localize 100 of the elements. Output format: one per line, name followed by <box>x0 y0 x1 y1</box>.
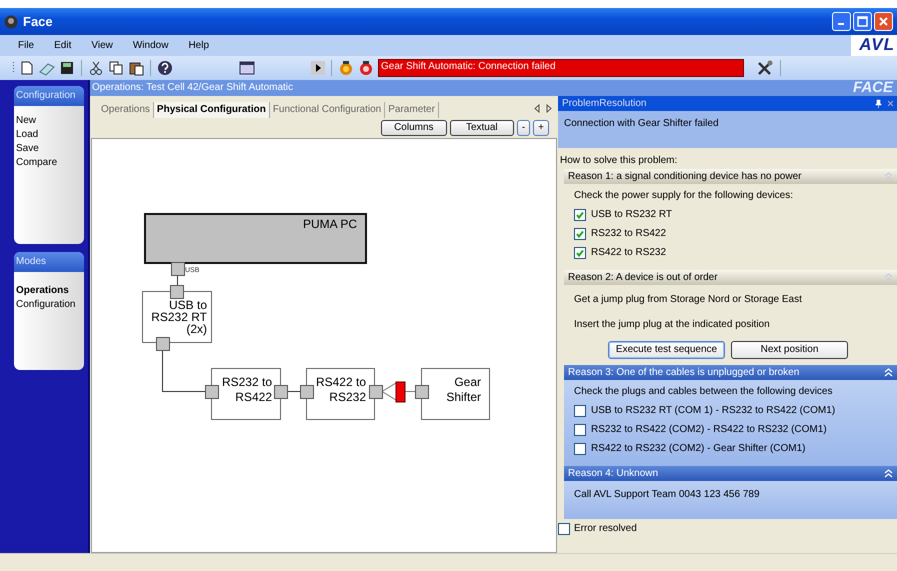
section-header[interactable]: Reason 1: a signal conditioning device has no power <box>564 169 897 184</box>
sidebar-item[interactable]: Compare <box>14 156 84 170</box>
connector-port[interactable] <box>369 385 383 399</box>
copy-icon[interactable] <box>108 60 124 76</box>
menu-item[interactable]: View <box>91 40 113 52</box>
calendar-icon[interactable] <box>239 60 255 76</box>
connector-port[interactable] <box>415 385 429 399</box>
panel-title: ProblemResolution <box>562 98 646 110</box>
tab[interactable]: Parameter <box>385 102 439 118</box>
instruction-text: Call AVL Support Team 0043 123 456 789 <box>574 488 761 502</box>
device-node[interactable]: RS422 to RS232 <box>306 368 375 420</box>
plug-marker <box>396 382 406 402</box>
checkbox[interactable] <box>574 424 586 436</box>
device-node[interactable]: RS232 to RS422 <box>211 368 281 420</box>
computer-node[interactable]: PUMA PC <box>144 213 367 264</box>
instruction-text: Check the power supply for the following devices: <box>574 189 794 203</box>
error-message: Connection with Gear Shifter failed <box>558 111 897 148</box>
maximize-icon <box>857 16 868 27</box>
new-document-icon[interactable] <box>19 60 35 76</box>
close-icon <box>878 16 889 27</box>
instruction-text: Insert the jump plug at the indicated position <box>574 318 771 332</box>
save-icon[interactable] <box>59 60 75 76</box>
connector-port[interactable] <box>300 385 314 399</box>
scroll-left-icon[interactable] <box>534 104 540 113</box>
checkbox[interactable] <box>574 228 586 240</box>
menu-item[interactable]: Window <box>132 40 168 52</box>
menu-item[interactable]: Edit <box>54 40 72 52</box>
node-label: RS232 to RS422 <box>222 375 272 405</box>
toolbar-button[interactable]: - <box>516 120 530 136</box>
panel-header: Configuration <box>14 86 84 106</box>
window-title: Face <box>23 14 53 30</box>
checkbox-label: RS232 to RS422 (COM2) - RS422 to RS232 (COM1) <box>591 424 827 436</box>
plug-connector <box>382 382 416 400</box>
toolbar-button[interactable]: + <box>533 120 549 136</box>
section-title: Reason 2: A device is out of order <box>568 272 718 284</box>
brand-label: FACE <box>852 79 894 97</box>
sidebar-item[interactable]: Configuration <box>14 298 84 312</box>
node-label: RS422 to RS232 <box>316 375 366 405</box>
close-button[interactable] <box>874 12 893 31</box>
maximize-button[interactable] <box>853 12 872 31</box>
sidebar-item[interactable]: Save <box>14 142 84 156</box>
device-node[interactable]: Gear Shifter <box>421 368 490 420</box>
section-header[interactable]: Reason 2: A device is out of order <box>564 270 897 285</box>
instruction-text: Get a jump plug from Storage Nord or Storage East <box>574 293 803 307</box>
section-title: Reason 4: Unknown <box>568 468 658 480</box>
menu-item[interactable]: File <box>18 40 34 52</box>
panel-header: Modes <box>14 252 84 272</box>
cut-icon[interactable] <box>88 60 104 76</box>
pin-icon[interactable] <box>875 99 882 108</box>
cable-line <box>286 391 300 392</box>
sidebar-item[interactable]: New <box>14 114 84 128</box>
help-icon[interactable] <box>157 60 173 76</box>
scroll-right-icon[interactable] <box>546 104 552 113</box>
toolbar-button[interactable]: Textual <box>450 120 514 136</box>
connector-port[interactable] <box>274 385 288 399</box>
paste-icon[interactable] <box>128 60 144 76</box>
checkbox-label: RS422 to RS232 <box>591 247 666 259</box>
node-label: USB to RS232 RT (2x) <box>151 299 207 335</box>
node-label: PUMA PC <box>302 217 357 232</box>
section-header[interactable]: Reason 3: One of the cables is unplugged or broken <box>564 365 897 380</box>
checkbox[interactable] <box>558 523 570 535</box>
menu-item[interactable]: Help <box>188 40 210 52</box>
connector-port[interactable] <box>156 337 170 351</box>
checkbox[interactable] <box>574 443 586 455</box>
close-icon[interactable] <box>888 100 893 107</box>
cable-line <box>162 350 206 392</box>
alarm-icon[interactable] <box>358 60 374 76</box>
checkbox-label: Error resolved <box>574 523 637 535</box>
section-title: Reason 1: a signal conditioning device has no power <box>568 170 802 182</box>
checkbox[interactable] <box>574 247 586 259</box>
sidebar-item[interactable]: Load <box>14 128 84 142</box>
checkbox-label: RS422 to RS232 (COM2) - Gear Shifter (COM1) <box>591 443 806 455</box>
node-label: Gear Shifter <box>446 375 481 405</box>
action-button[interactable]: Execute test sequence <box>608 341 725 359</box>
action-button[interactable]: Next position <box>731 341 848 359</box>
checkbox[interactable] <box>574 405 586 417</box>
status-message: Gear Shift Automatic: Connection failed <box>378 59 744 77</box>
logo: AVL <box>851 35 897 56</box>
tab[interactable]: Physical Configuration <box>154 102 270 118</box>
play-icon[interactable] <box>311 60 325 76</box>
checkbox[interactable] <box>574 209 586 221</box>
tab[interactable]: Functional Configuration <box>270 102 386 118</box>
checkbox-label: RS232 to RS422 <box>591 228 666 240</box>
section-title: Reason 3: One of the cables is unplugged or broken <box>568 366 800 378</box>
minimize-button[interactable] <box>832 12 851 31</box>
document-title: Operations: Test Cell 42/Gear Shift Automatic <box>92 82 294 94</box>
app-icon <box>4 14 18 28</box>
instruction-text: Check the plugs and cables between the following devices <box>574 385 834 399</box>
checkbox-label: USB to RS232 RT <box>591 209 672 221</box>
cable-line <box>177 274 178 286</box>
toolbar-button[interactable]: Columns <box>380 120 447 136</box>
connector-port[interactable] <box>171 262 185 276</box>
checkbox-label: USB to RS232 RT (COM 1) - RS232 to RS422 (COM1) <box>591 405 836 417</box>
device-node[interactable]: USB to RS232 RT (2x) <box>142 291 212 343</box>
connector-port[interactable] <box>205 385 219 399</box>
section-header[interactable]: Reason 4: Unknown <box>564 466 897 481</box>
lamp-icon[interactable] <box>338 60 354 76</box>
connector-port[interactable] <box>170 285 184 299</box>
sidebar-item[interactable]: Operations <box>14 284 84 298</box>
instruction-text: How to solve this problem: <box>559 154 678 168</box>
